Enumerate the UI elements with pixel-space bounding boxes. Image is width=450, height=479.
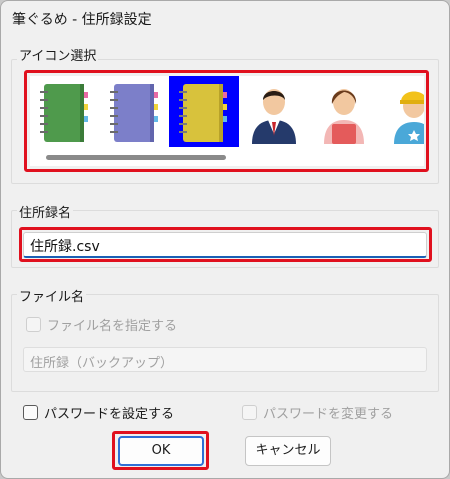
address-book-settings-dialog: 筆ぐるめ - 住所録設定 アイコン選択 住所録名 住所録.csv ファイル名 フ… (0, 0, 450, 479)
filename-input[interactable]: 住所録（バックアップ） (23, 347, 427, 372)
ok-button-highlight (112, 431, 209, 470)
change-password-checkbox[interactable] (242, 405, 257, 420)
filename-group (11, 294, 439, 392)
set-password-checkbox[interactable] (23, 405, 38, 420)
addressbook-name-label: 住所録名 (17, 202, 74, 221)
change-password-option[interactable]: パスワードを変更する (242, 403, 393, 422)
change-password-label: パスワードを変更する (263, 407, 394, 422)
set-password-option[interactable]: パスワードを設定する (23, 403, 174, 422)
icon-selection-label: アイコン選択 (17, 45, 99, 64)
specify-filename-label: ファイル名を指定する (47, 319, 178, 334)
specify-filename-option[interactable]: ファイル名を指定する (26, 315, 177, 334)
addressbook-name-highlight (19, 227, 432, 262)
cancel-button[interactable]: キャンセル (245, 436, 331, 466)
icon-list-highlight (24, 70, 429, 172)
window-title: 筆ぐるめ - 住所録設定 (12, 12, 152, 28)
specify-filename-checkbox[interactable] (26, 317, 41, 332)
set-password-label: パスワードを設定する (44, 407, 175, 422)
filename-group-label: ファイル名 (17, 286, 87, 305)
